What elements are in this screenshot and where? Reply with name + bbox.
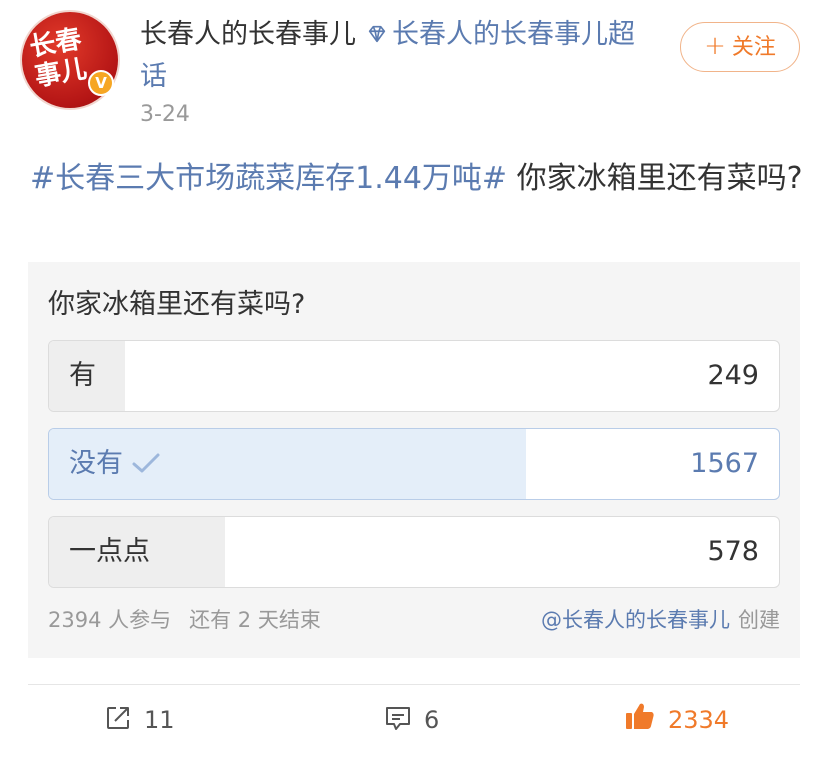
poll-creator-link[interactable]: @长春人的长春事儿 [541, 608, 730, 632]
verified-badge-icon: V [88, 70, 114, 96]
poll-participants: 2394 人参与 [48, 608, 172, 632]
follow-label: 关注 [731, 35, 776, 60]
comment-icon [386, 707, 410, 730]
repost-button[interactable]: 11 [104, 686, 175, 756]
action-divider [28, 684, 800, 685]
poll-remaining: 还有 2 天结束 [189, 608, 321, 632]
poll-option-yidiandian[interactable]: 一点点 578 [48, 516, 780, 588]
like-count: 2334 [668, 706, 730, 734]
poll-creator-suffix: 创建 [738, 608, 780, 632]
author-name[interactable]: 长春人的长春事儿 [140, 19, 356, 50]
poll-option-count: 578 [707, 536, 759, 567]
check-icon [132, 453, 160, 473]
poll-title: 你家冰箱里还有菜吗? [48, 289, 306, 320]
poll-option-label: 没有 [69, 448, 123, 479]
post-text: #长春三大市场蔬菜库存1.44万吨# 你家冰箱里还有菜吗? [30, 156, 810, 202]
repost-icon [107, 707, 129, 729]
poll-card: 你家冰箱里还有菜吗? 有 249 没有 1567 一点点 578 2394 人参… [28, 262, 800, 658]
hashtag-link[interactable]: #长春三大市场蔬菜库存1.44万吨# [30, 161, 507, 196]
plus-icon: + [704, 31, 726, 61]
repost-count: 11 [144, 706, 175, 734]
post-header: 长春 事儿 V 长春人的长春事儿 长春人的长春事儿超话 3-24 + 关注 [0, 0, 828, 140]
post-time: 3-24 [140, 102, 190, 127]
poll-option-label: 一点点 [69, 536, 150, 567]
author-line: 长春人的长春事儿 长春人的长春事儿超话 [140, 14, 660, 98]
poll-creator-info: @长春人的长春事儿 创建 [541, 604, 780, 634]
poll-option-label: 有 [69, 360, 96, 391]
poll-option-label-wrap: 没有 [69, 429, 161, 499]
poll-option-meiyou[interactable]: 没有 1567 [48, 428, 780, 500]
post-body: 你家冰箱里还有菜吗? [507, 161, 803, 196]
diamond-icon [368, 25, 386, 43]
follow-button[interactable]: + 关注 [680, 22, 800, 72]
poll-option-count: 249 [707, 360, 759, 391]
like-button[interactable]: 2334 [624, 686, 729, 756]
thumbs-up-icon [626, 703, 654, 729]
poll-stats: 2394 人参与 还有 2 天结束 [48, 604, 321, 634]
action-bar: 11 6 2334 [0, 686, 828, 756]
poll-option-count: 1567 [690, 448, 759, 479]
comment-count: 6 [424, 706, 440, 734]
poll-option-you[interactable]: 有 249 [48, 340, 780, 412]
comment-button[interactable]: 6 [384, 686, 439, 756]
